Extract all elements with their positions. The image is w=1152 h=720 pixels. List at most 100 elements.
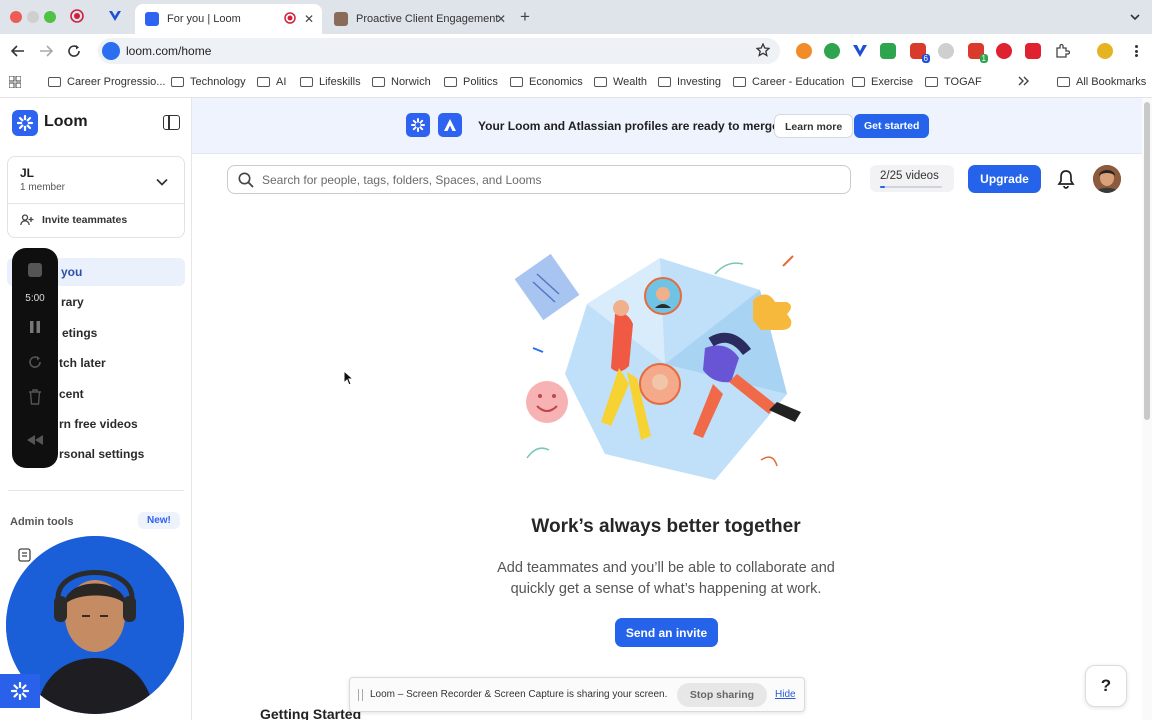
bookmark-label: Politics [463, 76, 498, 88]
bookmark-label: Technology [190, 76, 246, 88]
tab-for-you-loom[interactable]: For you | Loom ✕ [135, 4, 322, 34]
bookmark-label: Career Progressio... [67, 76, 166, 88]
empty-state-heading: Work’s always better together [531, 516, 801, 537]
workspace-name: JL [20, 166, 35, 180]
sharing-message: Loom – Screen Recorder & Screen Capture … [370, 689, 668, 700]
site-info-icon[interactable] [102, 42, 120, 60]
workspace-switcher[interactable]: JL 1 member Invite teammates [7, 156, 185, 238]
folder-icon [48, 77, 61, 87]
bookmark-folder[interactable]: Norwich [372, 76, 431, 88]
loom-favicon-icon [145, 12, 159, 26]
extension-calendar-icon[interactable]: 6 [910, 43, 930, 63]
bookmark-folder[interactable]: AI [257, 76, 286, 88]
invite-teammates-button[interactable]: Invite teammates [20, 214, 127, 226]
tab-proactive-client-engagement[interactable]: Proactive Client Engagement ✕ [324, 4, 514, 34]
help-button[interactable]: ? [1085, 665, 1127, 707]
maximize-window-button[interactable] [44, 11, 56, 23]
bookmark-label: Economics [529, 76, 583, 88]
bookmark-folder[interactable]: Economics [510, 76, 583, 88]
bookmark-label: Lifeskills [319, 76, 361, 88]
screen-sharing-notification: Loom – Screen Recorder & Screen Capture … [349, 677, 805, 712]
stop-sharing-button[interactable]: Stop sharing [677, 683, 767, 707]
learn-more-button[interactable]: Learn more [774, 114, 854, 138]
extension-duckduckgo-icon[interactable] [796, 43, 812, 59]
quota-text: 2/25 videos [880, 170, 939, 182]
merge-banner: Your Loom and Atlassian profiles are rea… [192, 98, 1152, 154]
folder-icon [1057, 77, 1070, 87]
scrollbar-thumb[interactable] [1144, 102, 1150, 420]
bookmark-folder[interactable]: Technology [171, 76, 246, 88]
page-favicon-icon [334, 12, 348, 26]
bookmark-folder[interactable]: Lifeskills [300, 76, 361, 88]
notifications-bell-icon[interactable] [1057, 169, 1075, 192]
invite-label: Invite teammates [42, 214, 128, 226]
drag-handle-icon[interactable] [358, 689, 363, 701]
loom-logo-icon [11, 682, 29, 700]
loom-logo-icon[interactable] [12, 110, 38, 136]
empty-state-description: Add teammates and you’ll be able to coll… [497, 560, 835, 597]
profile-avatar-icon[interactable] [1097, 43, 1113, 59]
more-bookmarks-chevron-icon[interactable] [1018, 76, 1030, 86]
apps-grid-icon[interactable] [9, 76, 21, 88]
folder-icon [852, 77, 865, 87]
bookmark-folder[interactable]: Exercise [852, 76, 913, 88]
address-bar[interactable]: loom.com/home [98, 38, 780, 64]
folder-icon [925, 77, 938, 87]
minimize-window-button[interactable] [27, 11, 39, 23]
bookmark-label: Exercise [871, 76, 914, 88]
collapse-sidebar-icon[interactable] [163, 115, 180, 130]
trash-icon[interactable] [12, 389, 58, 405]
recording-controls: 5:00 [12, 248, 58, 468]
bookmark-folder[interactable]: Politics [444, 76, 498, 88]
stop-recording-icon[interactable] [12, 262, 58, 278]
extension-check-icon[interactable] [824, 43, 840, 59]
extension-badge: 6 [921, 54, 930, 63]
extension-cloud-icon[interactable] [938, 43, 954, 59]
extensions-puzzle-icon[interactable] [1054, 43, 1071, 59]
bookmark-folder[interactable]: Wealth [594, 76, 647, 88]
extension-adblock-icon[interactable] [996, 43, 1012, 59]
extension-badge: 1 [979, 54, 988, 63]
extension-vee-icon[interactable] [852, 43, 868, 59]
pause-icon[interactable] [12, 320, 58, 334]
rewind-icon[interactable] [12, 434, 58, 446]
send-invite-button[interactable]: Send an invite [615, 618, 718, 647]
all-bookmarks-folder[interactable]: All Bookmarks [1057, 76, 1146, 88]
chevron-down-icon[interactable] [156, 175, 168, 189]
upgrade-button[interactable]: Upgrade [968, 165, 1041, 193]
extension-grid-icon[interactable] [1025, 43, 1041, 59]
bookmark-folder[interactable]: Career - Education [733, 76, 844, 88]
get-started-button[interactable]: Get started [854, 114, 930, 138]
close-window-button[interactable] [10, 11, 22, 23]
browser-menu-icon[interactable] [1128, 43, 1144, 59]
bookmark-star-icon[interactable] [755, 42, 771, 60]
forward-arrow-icon[interactable] [37, 42, 55, 60]
bookmark-folder[interactable]: Investing [658, 76, 721, 88]
logo-wordmark: Loom [44, 113, 88, 130]
divider [8, 490, 184, 491]
hide-link[interactable]: Hide [775, 689, 796, 700]
bookmark-folder[interactable]: Career Progressio... [48, 76, 165, 88]
new-tab-icon[interactable]: + [520, 7, 530, 27]
bookmark-folder[interactable]: TOGAF [925, 76, 982, 88]
extension-evernote-icon[interactable] [880, 43, 896, 59]
loom-record-button[interactable] [0, 674, 40, 708]
getting-started-heading: Getting Started [260, 706, 362, 720]
close-tab-icon[interactable]: ✕ [304, 12, 314, 26]
page-scrollbar[interactable] [1142, 98, 1152, 720]
back-arrow-icon[interactable] [9, 42, 27, 60]
extension-todo-icon[interactable]: 1 [968, 43, 988, 63]
pinned-tab-vee-icon[interactable] [107, 8, 123, 24]
pinned-tab-record-icon[interactable] [69, 8, 85, 24]
folder-icon [594, 77, 607, 87]
video-quota[interactable]: 2/25 videos [870, 165, 954, 192]
close-tab-icon[interactable]: ✕ [496, 12, 506, 26]
user-avatar[interactable] [1093, 165, 1121, 193]
search-input[interactable]: Search for people, tags, folders, Spaces… [227, 165, 851, 194]
bookmark-label: Investing [677, 76, 722, 88]
folder-icon [257, 77, 270, 87]
reload-icon[interactable] [65, 42, 83, 60]
browser-toolbar: loom.com/home 6 1 [0, 34, 1152, 68]
tab-search-chevron-icon[interactable] [1130, 10, 1140, 24]
restart-icon[interactable] [12, 354, 58, 370]
